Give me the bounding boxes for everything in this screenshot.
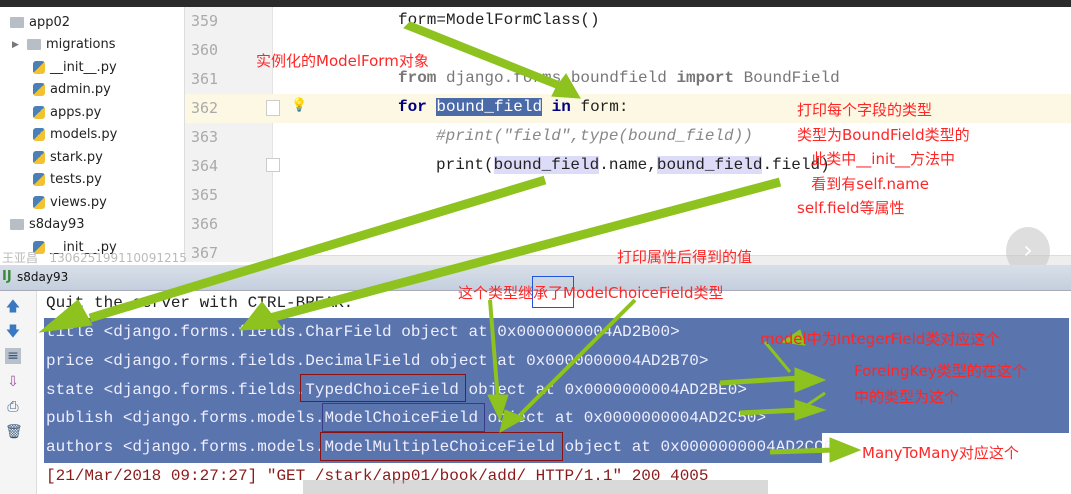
- line-number: 364: [191, 157, 219, 175]
- kw-in: in: [551, 98, 571, 116]
- python-file-icon: [33, 195, 45, 209]
- arrow-down-icon[interactable]: 🡇: [5, 324, 21, 340]
- tree-item[interactable]: stark.py: [33, 147, 103, 167]
- iter: form:: [570, 98, 629, 116]
- tree-item[interactable]: views.py: [33, 192, 107, 212]
- expand-arrow-icon[interactable]: ▶: [12, 40, 22, 50]
- console-line: price <django.forms.fields.DecimalField …: [46, 352, 709, 370]
- video-controls[interactable]: [303, 480, 768, 494]
- python-file-icon: [33, 128, 45, 141]
- run-title: s8day93: [17, 270, 69, 284]
- tree-item[interactable]: ▶ migrations: [12, 35, 116, 55]
- fold-icon[interactable]: [266, 100, 280, 116]
- fold-end-icon[interactable]: [266, 158, 280, 172]
- lightbulb-icon[interactable]: 💡: [291, 98, 307, 113]
- tree-item-label: apps.py: [50, 104, 102, 120]
- line-number: 365: [191, 186, 219, 204]
- annotation-inherit: 这个类型继承了ModelChoiceField类型: [458, 284, 724, 302]
- tree-item[interactable]: __init__.py: [33, 57, 117, 77]
- folder-icon: [27, 39, 41, 50]
- annotation-print-type: 打印每个字段的类型 类型为BoundField类型的 此类中__init__方法…: [797, 101, 970, 217]
- annotation-foreignkey: ForeingKey类型的在这个 中的类型为这个: [854, 362, 1027, 406]
- highlight-box-modelmultiplechoicefield: [320, 432, 563, 461]
- annotation-print-values: 打印属性后得到的值: [617, 248, 753, 266]
- code-line-361[interactable]: from django.forms.boundfield import Boun…: [398, 69, 840, 87]
- print: print(: [436, 156, 494, 174]
- line-number: 366: [191, 215, 219, 233]
- kw-for: for: [398, 98, 427, 116]
- python-file-icon: [33, 150, 45, 164]
- tree-item[interactable]: apps.py: [33, 102, 101, 122]
- tree-item[interactable]: admin.py: [33, 80, 111, 100]
- tree-item-label: views.py: [50, 194, 107, 210]
- var-ref: bound_field: [493, 156, 600, 174]
- code-line-359[interactable]: form=ModelFormClass(): [398, 11, 600, 29]
- console-line: Quit the server with CTRL-BREAK.: [46, 294, 354, 312]
- kw-from: from: [398, 69, 437, 87]
- print-icon[interactable]: ⎙: [5, 399, 21, 415]
- console-line: title <django.forms.fields.CharField obj…: [46, 323, 680, 341]
- kw-import: import: [676, 69, 735, 87]
- tree-item-label: admin.py: [50, 82, 111, 97]
- line-number: 362: [191, 99, 219, 117]
- tree-item[interactable]: app02: [10, 12, 70, 32]
- trash-icon[interactable]: 🗑: [5, 424, 23, 440]
- tree-item-label: migrations: [46, 37, 116, 52]
- arrow-up-icon[interactable]: 🡅: [5, 299, 21, 315]
- tree-item-label: __init__.py: [50, 59, 117, 75]
- line-number: 360: [191, 41, 219, 59]
- code-line-364[interactable]: print(bound_field.name,bound_field.field…: [436, 156, 830, 174]
- line-number: 361: [191, 70, 219, 88]
- module: django.forms.boundfield: [436, 69, 677, 87]
- tree-item-label: tests.py: [50, 172, 102, 187]
- annotation-m2m: ManyToMany对应这个: [862, 444, 1019, 462]
- tree-item-label: models.py: [50, 127, 118, 142]
- tree-item-label: stark.py: [50, 149, 103, 165]
- python-file-icon: [33, 83, 45, 96]
- tree-item[interactable]: models.py: [33, 125, 117, 145]
- folder-icon: [10, 219, 24, 230]
- var-ref: bound_field: [656, 156, 763, 174]
- class-name: BoundField: [734, 69, 840, 87]
- run-config-icon: IJ: [2, 269, 12, 284]
- highlight-box-typedchoicefield: [300, 374, 466, 402]
- console-toolbar: 🡅 🡇 ≡ ⇩ ⎙ 🗑: [0, 291, 37, 494]
- line-number: 359: [191, 12, 219, 30]
- top-toolbar: [0, 0, 1071, 7]
- annotation-instantiate: 实例化的ModelForm对象: [256, 52, 429, 70]
- annotation-integerfield: model中为IntegerField类对应这个: [760, 330, 1001, 348]
- tree-item[interactable]: s8day93: [10, 215, 85, 235]
- line-number: 363: [191, 128, 219, 146]
- tree-item-label: app02: [29, 14, 71, 30]
- python-file-icon: [33, 60, 45, 74]
- code-line-363[interactable]: #print("field",type(bound_field)): [436, 127, 753, 145]
- tree-item-label: s8day93: [29, 217, 85, 232]
- folder-icon: [10, 16, 24, 28]
- python-file-icon: [33, 173, 45, 186]
- line-number: 367: [191, 244, 219, 262]
- highlight-box-modelchoicefield: [322, 403, 485, 432]
- watermark: 王亚昌 130625199110091215: [2, 251, 187, 265]
- python-file-icon: [33, 105, 45, 119]
- code-line-362[interactable]: for bound_field in form:: [398, 98, 628, 116]
- scroll-to-end-icon[interactable]: ⇩: [5, 374, 21, 390]
- attr: .name,: [599, 156, 657, 174]
- tree-item[interactable]: tests.py: [33, 170, 102, 190]
- soft-wrap-icon[interactable]: ≡: [5, 348, 21, 364]
- selected-var: bound_field: [436, 98, 543, 116]
